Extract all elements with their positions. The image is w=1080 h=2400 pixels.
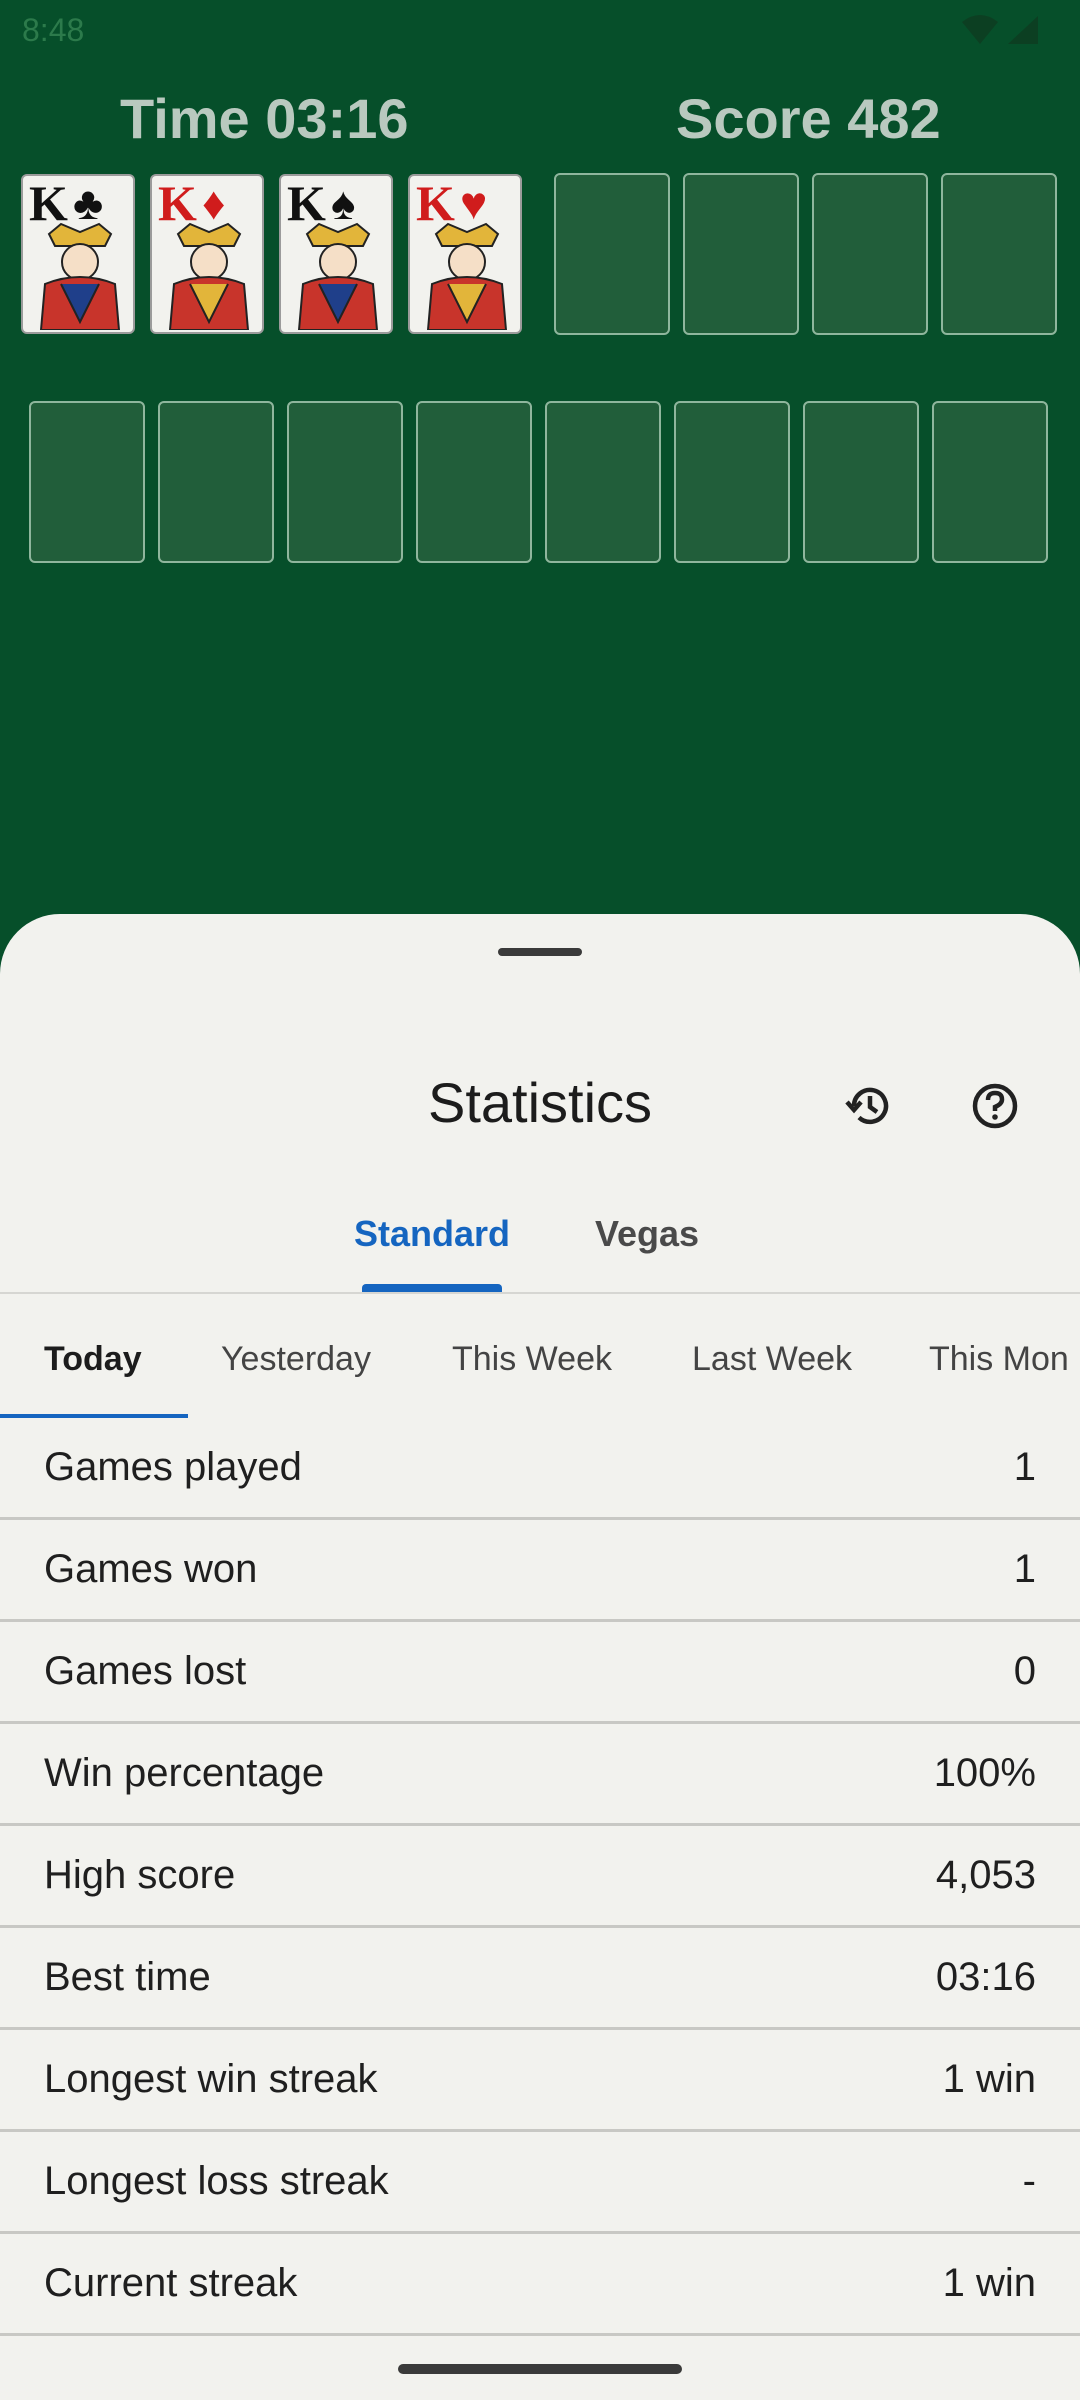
drag-handle[interactable] xyxy=(498,948,582,956)
help-icon xyxy=(972,1083,1018,1129)
tableau-slot[interactable] xyxy=(158,401,274,563)
stat-value: 0 xyxy=(1013,1649,1036,1693)
stat-value: 1 win xyxy=(942,2261,1036,2305)
tab-today[interactable]: Today xyxy=(44,1294,142,1424)
card-rank: K xyxy=(158,175,197,231)
empty-card-slot[interactable] xyxy=(941,173,1057,335)
stat-row-high-score: High score 4,053 xyxy=(0,1826,1080,1928)
mode-tabs: Standard Vegas xyxy=(0,1184,1080,1304)
stat-row-games-lost: Games lost 0 xyxy=(0,1622,1080,1724)
score-display: Score 482 xyxy=(676,87,941,150)
stat-label: Longest loss streak xyxy=(44,2159,389,2203)
tableau-slot[interactable] xyxy=(416,401,532,563)
tab-standard[interactable]: Standard xyxy=(350,1184,514,1284)
stats-list: Games played 1 Games won 1 Games lost 0 … xyxy=(0,1418,1080,2336)
card-suit: ♠ xyxy=(331,177,356,229)
card-rank: K xyxy=(416,175,455,231)
card-rank: K xyxy=(29,175,68,231)
king-face-icon xyxy=(426,222,508,330)
stat-row-win-percentage: Win percentage 100% xyxy=(0,1724,1080,1826)
tableau-slot[interactable] xyxy=(287,401,403,563)
tableau-slot[interactable] xyxy=(803,401,919,563)
card-rank: K xyxy=(287,175,326,231)
card-suit: ♥ xyxy=(460,177,488,229)
tableau-slot[interactable] xyxy=(545,401,661,563)
statistics-sheet: Statistics Standard Vegas Today Yesterda… xyxy=(0,914,1080,2400)
gesture-nav-bar[interactable] xyxy=(398,2364,682,2374)
sheet-title: Statistics xyxy=(427,1071,653,1134)
tab-last-week[interactable]: Last Week xyxy=(692,1294,852,1424)
tab-vegas[interactable]: Vegas xyxy=(580,1184,714,1284)
tab-this-month[interactable]: This Mon xyxy=(929,1294,1069,1424)
stat-label: Current streak xyxy=(44,2261,298,2305)
stat-value: 03:16 xyxy=(935,1955,1036,1999)
king-face-icon xyxy=(39,222,121,330)
tableau-slot[interactable] xyxy=(29,401,145,563)
stat-value: 100% xyxy=(933,1751,1036,1795)
history-button[interactable] xyxy=(838,1074,902,1138)
stat-label: Games played xyxy=(44,1445,302,1489)
period-tabs: Today Yesterday This Week Last Week This… xyxy=(0,1294,1080,1424)
tab-this-week[interactable]: This Week xyxy=(452,1294,612,1424)
stat-row-best-time: Best time 03:16 xyxy=(0,1928,1080,2030)
tab-yesterday[interactable]: Yesterday xyxy=(221,1294,371,1424)
status-bar: 8:48 xyxy=(0,0,1080,64)
king-face-icon xyxy=(297,222,379,330)
king-face-icon xyxy=(168,222,250,330)
stat-row-games-won: Games won 1 xyxy=(0,1520,1080,1622)
card-suit: ♣ xyxy=(73,177,104,229)
help-button[interactable] xyxy=(963,1074,1027,1138)
empty-card-slot[interactable] xyxy=(812,173,928,335)
card-king-hearts[interactable]: K ♥ xyxy=(408,174,522,334)
stat-row-games-played: Games played 1 xyxy=(0,1418,1080,1520)
stat-value: - xyxy=(1022,2159,1036,2203)
stat-row-current-streak: Current streak 1 win xyxy=(0,2234,1080,2336)
tableau-slot[interactable] xyxy=(932,401,1048,563)
stat-row-longest-win-streak: Longest win streak 1 win xyxy=(0,2030,1080,2132)
empty-card-slot[interactable] xyxy=(683,173,799,335)
signal-icon xyxy=(1008,16,1038,44)
empty-card-slot[interactable] xyxy=(554,173,670,335)
stat-label: Longest win streak xyxy=(44,2057,378,2101)
status-icons xyxy=(960,14,1040,51)
history-icon xyxy=(845,1087,889,1125)
stat-label: Best time xyxy=(44,1955,211,1999)
stat-value: 1 win xyxy=(942,2057,1036,2101)
time-display: Time 03:16 xyxy=(120,87,409,150)
tableau-slot[interactable] xyxy=(674,401,790,563)
card-king-clubs[interactable]: K ♣ xyxy=(21,174,135,334)
stat-value: 1 xyxy=(1013,1547,1036,1591)
stat-label: Games won xyxy=(44,1547,258,1591)
card-king-spades[interactable]: K ♠ xyxy=(279,174,393,334)
stat-label: Win percentage xyxy=(44,1751,325,1795)
mode-tab-indicator xyxy=(362,1284,502,1292)
stat-value: 1 xyxy=(1013,1445,1036,1489)
wifi-icon xyxy=(961,15,998,44)
card-suit: ♦ xyxy=(202,177,226,229)
stat-label: Games lost xyxy=(44,1649,247,1693)
stat-value: 4,053 xyxy=(935,1853,1036,1897)
stat-label: High score xyxy=(44,1853,236,1897)
status-time: 8:48 xyxy=(22,12,85,48)
card-king-diamonds[interactable]: K ♦ xyxy=(150,174,264,334)
stat-row-longest-loss-streak: Longest loss streak - xyxy=(0,2132,1080,2234)
